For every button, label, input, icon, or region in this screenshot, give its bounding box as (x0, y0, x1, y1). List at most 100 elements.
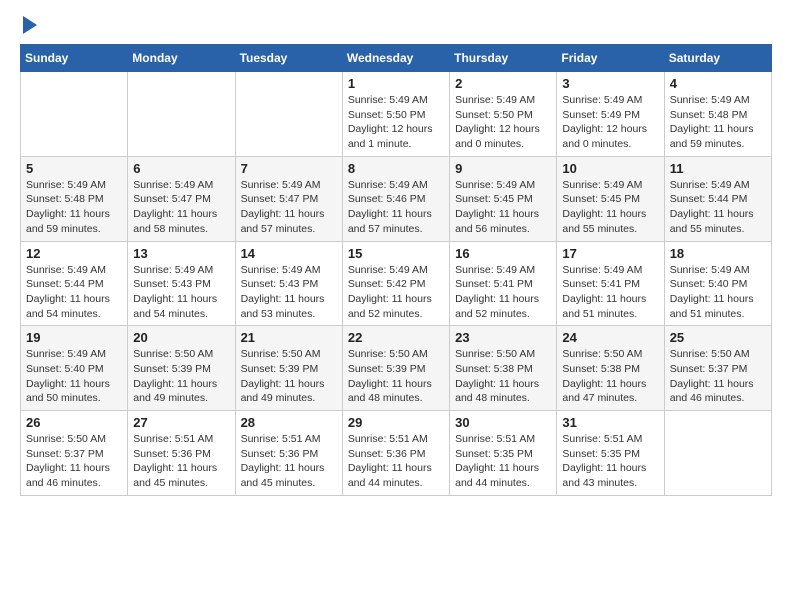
day-number: 9 (455, 161, 551, 176)
day-info: Sunrise: 5:49 AM Sunset: 5:42 PM Dayligh… (348, 263, 444, 322)
day-info: Sunrise: 5:50 AM Sunset: 5:39 PM Dayligh… (348, 347, 444, 406)
calendar-header-row: SundayMondayTuesdayWednesdayThursdayFrid… (21, 45, 772, 72)
calendar-cell: 8 Sunrise: 5:49 AM Sunset: 5:46 PM Daylig… (342, 156, 449, 241)
calendar-cell: 21 Sunrise: 5:50 AM Sunset: 5:39 PM Dayli… (235, 326, 342, 411)
day-info: Sunrise: 5:50 AM Sunset: 5:39 PM Dayligh… (241, 347, 337, 406)
calendar-cell: 31 Sunrise: 5:51 AM Sunset: 5:35 PM Dayli… (557, 411, 664, 496)
day-number: 27 (133, 415, 229, 430)
day-info: Sunrise: 5:49 AM Sunset: 5:45 PM Dayligh… (455, 178, 551, 237)
calendar-week-row: 5Sunrise: 5:49 AM Sunset: 5:48 PM Daylig… (21, 156, 772, 241)
calendar-cell: 23 Sunrise: 5:50 AM Sunset: 5:38 PM Dayli… (450, 326, 557, 411)
day-info: Sunrise: 5:49 AM Sunset: 5:44 PM Dayligh… (26, 263, 122, 322)
day-number: 10 (562, 161, 658, 176)
day-info: Sunrise: 5:49 AM Sunset: 5:41 PM Dayligh… (562, 263, 658, 322)
day-header-monday: Monday (128, 45, 235, 72)
calendar-cell: 4 Sunrise: 5:49 AM Sunset: 5:48 PM Daylig… (664, 72, 771, 157)
day-info: Sunrise: 5:49 AM Sunset: 5:47 PM Dayligh… (133, 178, 229, 237)
day-number: 16 (455, 246, 551, 261)
day-number: 19 (26, 330, 122, 345)
day-info: Sunrise: 5:49 AM Sunset: 5:43 PM Dayligh… (133, 263, 229, 322)
day-header-saturday: Saturday (664, 45, 771, 72)
calendar-cell: 1Sunrise: 5:49 AM Sunset: 5:50 PM Daylig… (342, 72, 449, 157)
day-number: 14 (241, 246, 337, 261)
calendar-cell: 5Sunrise: 5:49 AM Sunset: 5:48 PM Daylig… (21, 156, 128, 241)
day-info: Sunrise: 5:49 AM Sunset: 5:40 PM Dayligh… (26, 347, 122, 406)
day-number: 1 (348, 76, 444, 91)
calendar-cell: 7Sunrise: 5:49 AM Sunset: 5:47 PM Daylig… (235, 156, 342, 241)
calendar-cell: 30 Sunrise: 5:51 AM Sunset: 5:35 PM Dayli… (450, 411, 557, 496)
day-number: 24 (562, 330, 658, 345)
day-number: 12 (26, 246, 122, 261)
day-header-tuesday: Tuesday (235, 45, 342, 72)
day-info: Sunrise: 5:49 AM Sunset: 5:46 PM Dayligh… (348, 178, 444, 237)
day-number: 11 (670, 161, 766, 176)
day-number: 2 (455, 76, 551, 91)
calendar-cell: 14 Sunrise: 5:49 AM Sunset: 5:43 PM Dayli… (235, 241, 342, 326)
day-info: Sunrise: 5:49 AM Sunset: 5:43 PM Dayligh… (241, 263, 337, 322)
calendar-cell: 24 Sunrise: 5:50 AM Sunset: 5:38 PM Dayli… (557, 326, 664, 411)
calendar-week-row: 26 Sunrise: 5:50 AM Sunset: 5:37 PM Dayli… (21, 411, 772, 496)
day-info: Sunrise: 5:51 AM Sunset: 5:35 PM Dayligh… (455, 432, 551, 491)
day-info: Sunrise: 5:50 AM Sunset: 5:38 PM Dayligh… (562, 347, 658, 406)
calendar-week-row: 1Sunrise: 5:49 AM Sunset: 5:50 PM Daylig… (21, 72, 772, 157)
calendar-cell: 15 Sunrise: 5:49 AM Sunset: 5:42 PM Dayli… (342, 241, 449, 326)
day-number: 8 (348, 161, 444, 176)
day-info: Sunrise: 5:49 AM Sunset: 5:44 PM Dayligh… (670, 178, 766, 237)
day-info: Sunrise: 5:51 AM Sunset: 5:35 PM Dayligh… (562, 432, 658, 491)
day-number: 15 (348, 246, 444, 261)
day-number: 6 (133, 161, 229, 176)
calendar-cell: 27 Sunrise: 5:51 AM Sunset: 5:36 PM Dayli… (128, 411, 235, 496)
calendar-cell: 9 Sunrise: 5:49 AM Sunset: 5:45 PM Daylig… (450, 156, 557, 241)
calendar-cell (235, 72, 342, 157)
day-header-sunday: Sunday (21, 45, 128, 72)
calendar-cell: 29 Sunrise: 5:51 AM Sunset: 5:36 PM Dayli… (342, 411, 449, 496)
day-number: 31 (562, 415, 658, 430)
day-number: 23 (455, 330, 551, 345)
day-number: 26 (26, 415, 122, 430)
calendar-cell (664, 411, 771, 496)
calendar-cell: 13Sunrise: 5:49 AM Sunset: 5:43 PM Dayli… (128, 241, 235, 326)
calendar-cell: 12 Sunrise: 5:49 AM Sunset: 5:44 PM Dayli… (21, 241, 128, 326)
day-header-friday: Friday (557, 45, 664, 72)
day-number: 30 (455, 415, 551, 430)
day-header-thursday: Thursday (450, 45, 557, 72)
day-info: Sunrise: 5:49 AM Sunset: 5:45 PM Dayligh… (562, 178, 658, 237)
day-info: Sunrise: 5:51 AM Sunset: 5:36 PM Dayligh… (241, 432, 337, 491)
calendar-cell (128, 72, 235, 157)
calendar-cell: 22 Sunrise: 5:50 AM Sunset: 5:39 PM Dayli… (342, 326, 449, 411)
day-number: 22 (348, 330, 444, 345)
day-info: Sunrise: 5:51 AM Sunset: 5:36 PM Dayligh… (348, 432, 444, 491)
day-number: 7 (241, 161, 337, 176)
day-info: Sunrise: 5:50 AM Sunset: 5:39 PM Dayligh… (133, 347, 229, 406)
day-info: Sunrise: 5:49 AM Sunset: 5:41 PM Dayligh… (455, 263, 551, 322)
calendar-cell: 2Sunrise: 5:49 AM Sunset: 5:50 PM Daylig… (450, 72, 557, 157)
day-number: 21 (241, 330, 337, 345)
calendar-week-row: 12 Sunrise: 5:49 AM Sunset: 5:44 PM Dayli… (21, 241, 772, 326)
calendar-cell: 17 Sunrise: 5:49 AM Sunset: 5:41 PM Dayli… (557, 241, 664, 326)
day-info: Sunrise: 5:50 AM Sunset: 5:38 PM Dayligh… (455, 347, 551, 406)
day-info: Sunrise: 5:50 AM Sunset: 5:37 PM Dayligh… (26, 432, 122, 491)
calendar-cell (21, 72, 128, 157)
day-info: Sunrise: 5:49 AM Sunset: 5:40 PM Dayligh… (670, 263, 766, 322)
day-number: 17 (562, 246, 658, 261)
calendar-cell: 3Sunrise: 5:49 AM Sunset: 5:49 PM Daylig… (557, 72, 664, 157)
calendar-cell: 16 Sunrise: 5:49 AM Sunset: 5:41 PM Dayli… (450, 241, 557, 326)
day-number: 4 (670, 76, 766, 91)
day-number: 29 (348, 415, 444, 430)
day-info: Sunrise: 5:51 AM Sunset: 5:36 PM Dayligh… (133, 432, 229, 491)
calendar-cell: 20 Sunrise: 5:50 AM Sunset: 5:39 PM Dayli… (128, 326, 235, 411)
calendar-cell: 25 Sunrise: 5:50 AM Sunset: 5:37 PM Dayli… (664, 326, 771, 411)
logo-arrow-icon (23, 16, 37, 34)
calendar-cell: 18 Sunrise: 5:49 AM Sunset: 5:40 PM Dayli… (664, 241, 771, 326)
day-header-wednesday: Wednesday (342, 45, 449, 72)
calendar-cell: 10 Sunrise: 5:49 AM Sunset: 5:45 PM Dayli… (557, 156, 664, 241)
day-number: 3 (562, 76, 658, 91)
day-number: 25 (670, 330, 766, 345)
day-info: Sunrise: 5:49 AM Sunset: 5:48 PM Dayligh… (670, 93, 766, 152)
day-number: 20 (133, 330, 229, 345)
calendar-cell: 26 Sunrise: 5:50 AM Sunset: 5:37 PM Dayli… (21, 411, 128, 496)
day-info: Sunrise: 5:50 AM Sunset: 5:37 PM Dayligh… (670, 347, 766, 406)
calendar-cell: 19 Sunrise: 5:49 AM Sunset: 5:40 PM Dayli… (21, 326, 128, 411)
day-number: 18 (670, 246, 766, 261)
day-info: Sunrise: 5:49 AM Sunset: 5:48 PM Dayligh… (26, 178, 122, 237)
